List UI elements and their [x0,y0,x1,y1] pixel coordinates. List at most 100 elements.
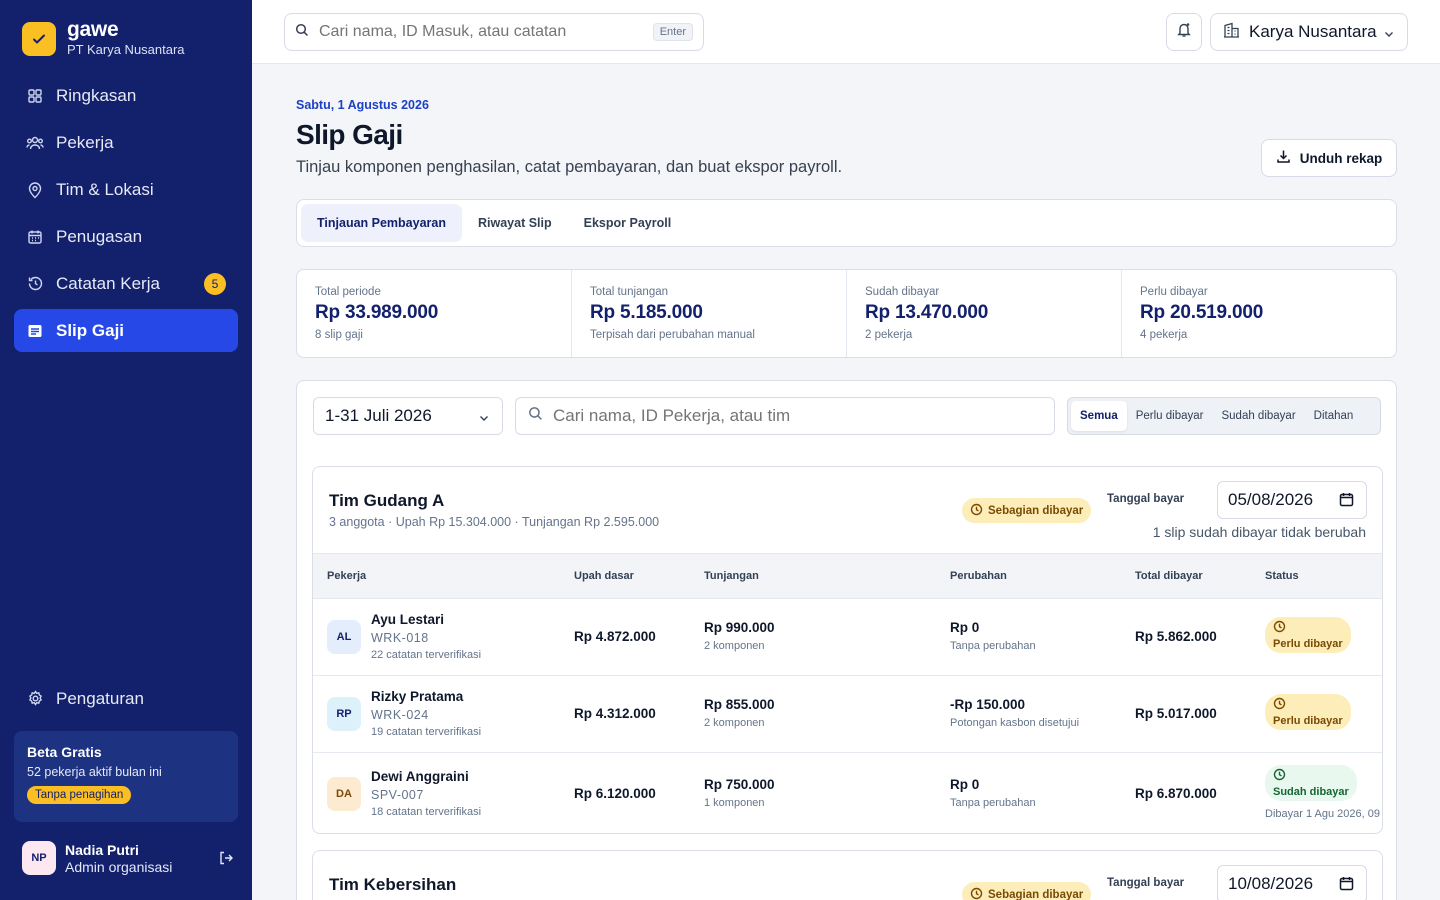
sidebar-item-label: Catatan Kerja [56,273,160,293]
stat-sub: 4 pekerja [1140,329,1188,341]
allowance-sub: 1 komponen [704,797,765,809]
worker-records: 18 catatan terverifikasi [371,806,482,818]
total-paid: Rp 6.870.000 [1135,786,1217,801]
column-header: Pekerja [327,570,367,582]
user-name: Nadia Putri [65,841,139,858]
filter-bar: 1-31 Juli 2026 Semua Perlu dibayar Sudah… [313,397,1381,435]
chevron-down-icon [478,409,490,429]
paid-note: Dibayar 1 Agu 2026, 09 [1265,808,1380,820]
team-name: Tim Gudang A [329,491,445,510]
sidebar-item-ringkasan[interactable]: Ringkasan [14,74,238,117]
team-name: Tim Kebersihan [329,875,457,894]
column-header: Status [1265,570,1299,582]
topbar: Enter Karya Nusantara [252,0,1440,64]
avatar: DA [327,777,361,811]
beta-title: Beta Gratis [27,744,102,760]
clock-icon [1273,768,1349,784]
adjustment-sub: Potongan kasbon disetujui [950,717,1080,729]
global-search[interactable]: Enter [284,13,704,51]
clock-icon [1273,620,1343,636]
download-recap-button[interactable]: Unduh rekap [1261,139,1397,177]
users-icon [26,134,44,152]
org-switcher[interactable]: Karya Nusantara [1210,13,1408,51]
page-title: Slip Gaji [296,119,403,150]
tab-riwayat-slip[interactable]: Riwayat Slip [462,204,568,242]
team-card: Tim Kebersihan Sebagian dibayar Tanggal … [312,850,1383,900]
sidebar-item-penugasan[interactable]: Penugasan [14,215,238,258]
adjustment-sub: Tanpa perubahan [950,797,1036,809]
status-badge-label: Sebagian dibayar [988,888,1084,900]
stat-label: Perlu dibayar [1140,286,1208,298]
calendar-icon[interactable] [1339,492,1354,512]
base-wage: Rp 6.120.000 [574,786,656,801]
download-label: Unduh rekap [1299,150,1383,166]
search-icon [528,406,543,426]
clock-icon [1273,697,1343,713]
pay-date-label: Tanggal bayar [1107,493,1185,505]
stat-sub: 8 slip gaji [315,329,363,341]
stat-value: Rp 33.989.000 [315,302,439,323]
pay-date-input[interactable]: 05/08/2026 [1217,481,1367,519]
pay-note: 1 slip sudah dibayar tidak berubah [1152,524,1366,540]
period-value: 1-31 Juli 2026 [325,406,432,425]
calendar-icon[interactable] [1339,876,1354,896]
filter-ditahan[interactable]: Ditahan [1305,401,1363,431]
sidebar: gawe PT Karya Nusantara Ringkasan Pekerj… [0,0,252,900]
sidebar-item-tim-lokasi[interactable]: Tim & Lokasi [14,168,238,211]
column-header: Tunjangan [704,570,759,582]
status-label: Perlu dibayar [1273,715,1343,727]
column-header: Total dibayar [1135,570,1203,582]
worker-search-input[interactable] [553,406,1023,426]
team-meta: 3 anggota · Upah Rp 15.304.000 · Tunjang… [329,515,660,529]
filter-semua[interactable]: Semua [1071,401,1127,431]
filter-sudah-dibayar[interactable]: Sudah dibayar [1212,401,1304,431]
sidebar-item-catatan-kerja[interactable]: Catatan Kerja 5 [14,262,238,305]
gear-icon [26,690,44,708]
search-icon [295,23,309,42]
pay-date-value: 05/08/2026 [1228,490,1314,509]
pay-date-input[interactable]: 10/08/2026 [1217,865,1367,900]
filter-perlu-dibayar[interactable]: Perlu dibayar [1127,401,1213,431]
column-header: Upah dasar [574,570,634,582]
sidebar-item-slip-gaji[interactable]: Slip Gaji [14,309,238,352]
base-wage: Rp 4.312.000 [574,706,656,721]
tab-bar: Tinjauan Pembayaran Riwayat Slip Ekspor … [296,199,1397,247]
allowance: Rp 750.000 [704,777,775,792]
period-select[interactable]: 1-31 Juli 2026 [313,397,503,435]
history-icon [26,275,44,293]
calendar-icon [26,228,44,246]
worker-name: Rizky Pratama [371,689,464,704]
column-header: Perubahan [950,570,1007,582]
worker-search[interactable] [515,397,1055,435]
clock-icon [970,887,983,900]
check-logo-icon [22,21,56,56]
stat-label: Total tunjangan [590,286,669,298]
brand[interactable]: gawe PT Karya Nusantara [22,19,185,57]
adjustment-sub: Tanpa perubahan [950,640,1036,652]
stat-sub: 2 pekerja [865,329,913,341]
worker-name: Dewi Anggraini [371,769,469,784]
user-profile[interactable]: NP Nadia Putri Admin organisasi [22,841,234,875]
notifications-button[interactable] [1166,13,1202,51]
table-row[interactable]: AL Ayu Lestari WRK-018 22 catatan terver… [313,599,1382,676]
sidebar-item-pengaturan[interactable]: Pengaturan [14,677,238,720]
avatar: RP [327,697,361,731]
payslip-panel: 1-31 Juli 2026 Semua Perlu dibayar Sudah… [296,380,1397,900]
global-search-input[interactable] [319,23,639,41]
sidebar-item-pekerja[interactable]: Pekerja [14,121,238,164]
status-filter: Semua Perlu dibayar Sudah dibayar Ditaha… [1067,397,1381,435]
tab-tinjauan-pembayaran[interactable]: Tinjauan Pembayaran [301,204,462,242]
table-row[interactable]: RP Rizky Pratama WRK-024 19 catatan terv… [313,676,1382,753]
stat-sudah-dibayar: Sudah dibayar Rp 13.470.000 2 pekerja [847,270,1122,357]
brand-org: PT Karya Nusantara [67,42,185,57]
settings-nav: Pengaturan [14,677,238,724]
current-date: Sabtu, 1 Agustus 2026 [296,98,429,112]
tab-ekspor-payroll[interactable]: Ekspor Payroll [568,204,688,242]
building-icon [1223,22,1240,43]
table-row[interactable]: DA Dewi Anggraini SPV-007 18 catatan ter… [313,753,1382,833]
bell-icon [1176,21,1192,43]
status-badge: Perlu dibayar [1265,617,1351,653]
allowance: Rp 855.000 [704,697,775,712]
logout-icon[interactable] [218,850,234,871]
user-role: Admin organisasi [65,858,173,875]
